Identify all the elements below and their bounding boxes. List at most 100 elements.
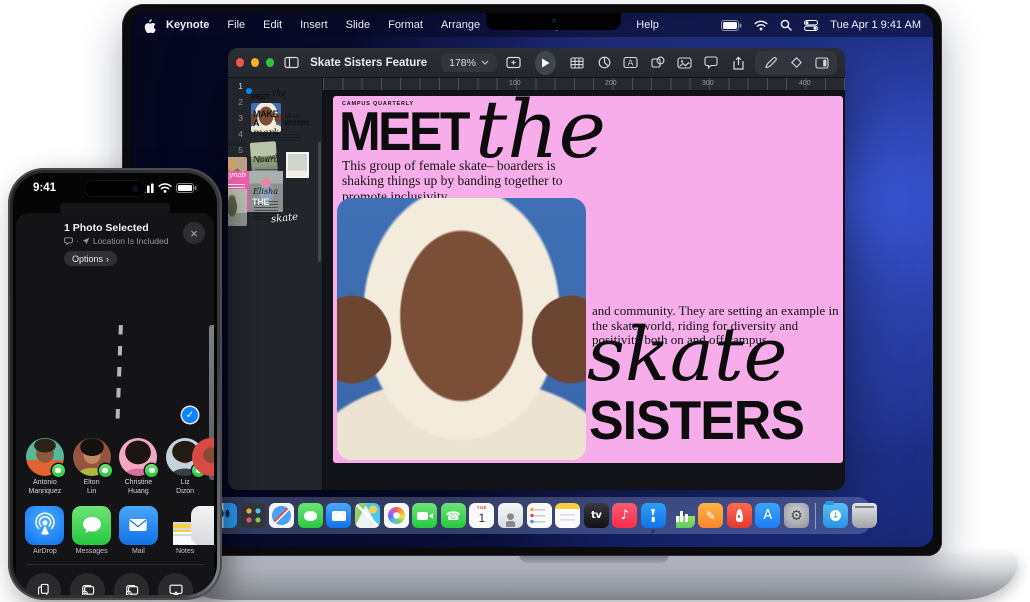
zoom-window-button[interactable] bbox=[266, 58, 274, 67]
dock-trash-icon[interactable] bbox=[852, 503, 877, 528]
menu-item-arrange[interactable]: Arrange bbox=[432, 19, 489, 31]
menu-item-keynote[interactable]: Keynote bbox=[156, 19, 218, 31]
dock-facetime-icon[interactable] bbox=[412, 503, 437, 528]
dock-app-store-icon[interactable] bbox=[755, 503, 780, 528]
add-to-shared-album-button[interactable] bbox=[114, 573, 149, 596]
contact-first-name: Liz bbox=[181, 479, 190, 486]
selected-check-badge: ✓ bbox=[182, 407, 198, 423]
dock-reminders-icon[interactable] bbox=[527, 503, 552, 528]
play-button[interactable] bbox=[535, 51, 557, 75]
comment-button[interactable] bbox=[701, 53, 721, 73]
current-slide[interactable]: CAMPUS QUARTERLY MEET the This group of … bbox=[333, 96, 843, 463]
contact-first-name: Antonio bbox=[33, 479, 57, 486]
dock-contacts-icon[interactable] bbox=[498, 503, 523, 528]
text-button[interactable]: A bbox=[621, 53, 641, 73]
close-window-button[interactable] bbox=[236, 58, 244, 67]
selected-photo-preview[interactable]: ✓ bbox=[25, 275, 205, 430]
menu-item-format[interactable]: Format bbox=[379, 19, 432, 31]
media-button[interactable] bbox=[675, 53, 695, 73]
menu-bar-clock[interactable]: Tue Apr 1 9:41 AM bbox=[830, 19, 921, 31]
mail-icon bbox=[119, 506, 158, 545]
dock-photos-icon[interactable] bbox=[384, 503, 409, 528]
add-slide-button[interactable] bbox=[504, 53, 524, 73]
dock-pages-icon[interactable] bbox=[698, 503, 723, 528]
dock-keynote-icon[interactable] bbox=[641, 503, 666, 528]
navigator-scrollbar[interactable] bbox=[318, 142, 321, 262]
ruler: 100 200 300 400 500 bbox=[323, 78, 845, 91]
minimize-window-button[interactable] bbox=[251, 58, 259, 67]
slide-outro-main[interactable]: SISTERS bbox=[589, 394, 804, 449]
slide-headline-main[interactable]: MEET bbox=[339, 106, 468, 157]
dock-numbers-icon[interactable] bbox=[670, 503, 695, 528]
chart-button[interactable] bbox=[594, 53, 614, 73]
dock-safari-icon[interactable] bbox=[269, 503, 294, 528]
menu-item-edit[interactable]: Edit bbox=[254, 19, 291, 31]
battery-icon[interactable] bbox=[721, 20, 742, 31]
add-to-album-button[interactable] bbox=[70, 573, 105, 596]
app-label: Mail bbox=[132, 548, 145, 555]
ruler-mark: 200 bbox=[605, 80, 617, 87]
search-icon[interactable] bbox=[780, 19, 792, 31]
app-label: AirDrop bbox=[33, 548, 57, 555]
ruler-mark: 400 bbox=[799, 80, 811, 87]
contact-first-name: Elton bbox=[84, 479, 100, 486]
animate-button[interactable] bbox=[785, 53, 807, 73]
format-button[interactable] bbox=[759, 53, 781, 73]
wifi-icon[interactable] bbox=[754, 20, 768, 31]
dock-notes-icon[interactable] bbox=[555, 503, 580, 528]
share-button[interactable] bbox=[728, 53, 748, 73]
dock-phone-icon[interactable] bbox=[441, 503, 466, 528]
dock-system-settings-icon[interactable] bbox=[784, 503, 809, 528]
apple-logo-icon[interactable] bbox=[143, 18, 156, 33]
iphone: 9:41 1 Photo Selected · bbox=[8, 168, 222, 600]
share-app-mail[interactable]: Mail bbox=[118, 506, 160, 555]
dock-maps-icon[interactable] bbox=[355, 503, 380, 528]
control-center-icon[interactable] bbox=[804, 20, 818, 31]
menu-item-insert[interactable]: Insert bbox=[291, 19, 337, 31]
share-app-messages[interactable]: Messages bbox=[71, 506, 113, 555]
close-button[interactable]: × bbox=[183, 222, 205, 244]
share-app-airdrop[interactable]: AirDrop bbox=[24, 506, 66, 555]
shape-button[interactable] bbox=[648, 53, 668, 73]
options-button[interactable]: Options › bbox=[64, 251, 117, 266]
dock-rocket-icon[interactable] bbox=[727, 503, 752, 528]
airplay-button[interactable] bbox=[158, 573, 193, 596]
share-contacts-row: AntonioManriquez EltonLin ChristineHuang bbox=[16, 430, 214, 497]
zoom-level-dropdown[interactable]: 178% bbox=[441, 54, 497, 72]
menu-item-help[interactable]: Help bbox=[627, 19, 668, 31]
dock-downloads-icon[interactable] bbox=[823, 503, 848, 528]
menu-item-file[interactable]: File bbox=[218, 19, 254, 31]
slide-portrait-photo[interactable] bbox=[337, 198, 586, 460]
contact-christine[interactable]: ChristineHuang bbox=[118, 438, 160, 497]
iphone-screen: 9:41 1 Photo Selected · bbox=[13, 173, 217, 595]
contact-elton[interactable]: EltonLin bbox=[71, 438, 113, 497]
dock-music-icon[interactable] bbox=[612, 503, 637, 528]
view-sidebar-button[interactable] bbox=[281, 53, 301, 73]
road-center-line bbox=[115, 325, 123, 430]
menu-item-slide[interactable]: Slide bbox=[337, 19, 379, 31]
table-button[interactable] bbox=[567, 53, 587, 73]
slide-thumbnail-4[interactable]: Noura Zaynab Elisha bbox=[246, 136, 252, 142]
slide-number: 3 bbox=[232, 113, 243, 126]
keynote-toolbar: Skate Sisters Feature 178% bbox=[228, 48, 845, 78]
slide-outro-script[interactable]: skate bbox=[587, 318, 787, 392]
inspector-segment bbox=[755, 51, 837, 75]
dock-messages-icon[interactable] bbox=[298, 503, 323, 528]
ruler-mark: 100 bbox=[509, 80, 521, 87]
dock-divider bbox=[815, 503, 816, 529]
document-button[interactable] bbox=[811, 53, 833, 73]
zoom-level-value: 178% bbox=[449, 57, 476, 69]
dock-mail-icon[interactable] bbox=[326, 503, 351, 528]
window-title: Skate Sisters Feature bbox=[310, 57, 427, 69]
keynote-active-indicator bbox=[652, 530, 655, 533]
svg-text:A: A bbox=[628, 58, 634, 68]
slide-number: 2 bbox=[232, 97, 243, 110]
dock-calendar-icon[interactable] bbox=[469, 503, 494, 528]
app-partial[interactable] bbox=[191, 506, 214, 545]
contact-antonio[interactable]: AntonioManriquez bbox=[24, 438, 66, 497]
dock-tv-icon[interactable] bbox=[584, 503, 609, 528]
copy-button[interactable] bbox=[26, 573, 61, 596]
dock-launchpad-icon[interactable] bbox=[241, 503, 266, 528]
slide-thumbnail-1[interactable]: MEET the skate SISTERS bbox=[246, 88, 252, 94]
options-label: Options bbox=[72, 254, 103, 264]
